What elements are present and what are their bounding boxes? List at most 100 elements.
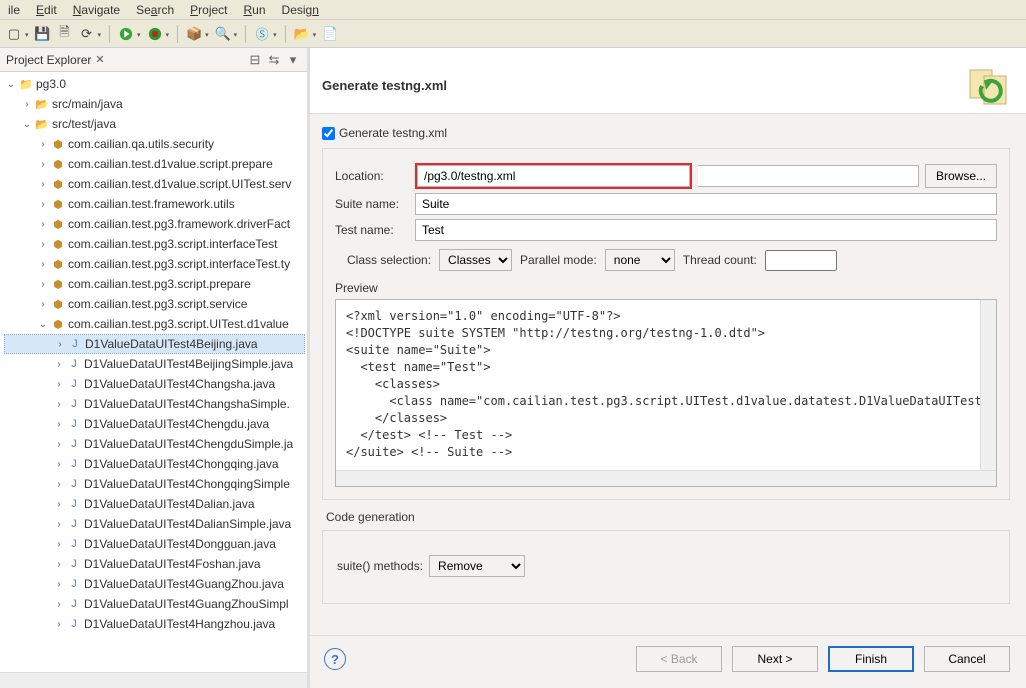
expand-icon[interactable]: › (52, 499, 66, 510)
run-icon[interactable] (118, 26, 134, 42)
dropdown-arrow-icon[interactable]: ▾ (25, 31, 29, 39)
expand-icon[interactable]: › (52, 399, 66, 410)
java-file-node[interactable]: ›JD1ValueDataUITest4Hangzhou.java (4, 614, 307, 634)
expand-icon[interactable]: › (36, 219, 50, 230)
help-icon[interactable]: ? (324, 648, 346, 670)
expand-icon[interactable]: › (52, 479, 66, 490)
dropdown-arrow-icon[interactable]: ▾ (137, 31, 141, 39)
test-name-field[interactable] (415, 219, 997, 241)
java-file-node[interactable]: ›JD1ValueDataUITest4Changsha.java (4, 374, 307, 394)
finish-button[interactable]: Finish (828, 646, 914, 672)
package-node-8[interactable]: ›⬢com.cailian.test.pg3.script.service (4, 294, 307, 314)
class-selection-select[interactable]: Classes (439, 249, 512, 271)
java-file-node[interactable]: ›JD1ValueDataUITest4BeijingSimple.java (4, 354, 307, 374)
java-file-node[interactable]: ›JD1ValueDataUITest4ChengduSimple.ja (4, 434, 307, 454)
package-node-6[interactable]: ›⬢com.cailian.test.pg3.script.interfaceT… (4, 254, 307, 274)
location-field-tail[interactable] (698, 165, 919, 187)
expand-icon[interactable]: › (36, 179, 50, 190)
menu-project[interactable]: Project (190, 3, 227, 17)
scrollbar-horizontal[interactable] (336, 470, 996, 486)
search-icon[interactable]: 🔍 (215, 26, 231, 42)
java-file-node[interactable]: ›JD1ValueDataUITest4Dalian.java (4, 494, 307, 514)
expand-icon[interactable]: › (36, 239, 50, 250)
suite-methods-select[interactable]: Remove (429, 555, 525, 577)
java-file-node[interactable]: ›JD1ValueDataUITest4Chongqing.java (4, 454, 307, 474)
expand-icon[interactable]: › (36, 259, 50, 270)
java-file-node[interactable]: ›JD1ValueDataUITest4ChangshaSimple. (4, 394, 307, 414)
expand-icon[interactable]: › (20, 99, 34, 110)
new-icon[interactable]: ▢ (6, 26, 22, 42)
java-file-node[interactable]: ›JD1ValueDataUITest4Foshan.java (4, 554, 307, 574)
java-file-node[interactable]: ›JD1ValueDataUITest4Chengdu.java (4, 414, 307, 434)
expand-icon[interactable]: › (52, 459, 66, 470)
location-field[interactable] (417, 165, 690, 187)
package-node-open[interactable]: ⌄⬢com.cailian.test.pg3.script.UITest.d1v… (4, 314, 307, 334)
dropdown-arrow-icon[interactable]: ▾ (98, 31, 102, 39)
expand-icon[interactable]: ⌄ (20, 119, 34, 130)
open-file-icon[interactable]: 📄 (322, 26, 338, 42)
expand-icon[interactable]: › (52, 539, 66, 550)
expand-icon[interactable]: › (53, 339, 67, 350)
expand-icon[interactable]: › (36, 199, 50, 210)
scrollbar-horizontal[interactable] (0, 672, 307, 688)
package-node-3[interactable]: ›⬢com.cailian.test.framework.utils (4, 194, 307, 214)
dropdown-arrow-icon[interactable]: ▾ (234, 31, 238, 39)
scrollbar-vertical[interactable] (980, 300, 996, 470)
expand-icon[interactable]: › (52, 359, 66, 370)
link-editor-icon[interactable]: ⇆ (266, 52, 282, 68)
java-file-node[interactable]: ›JD1ValueDataUITest4Beijing.java (4, 334, 305, 354)
expand-icon[interactable]: › (36, 279, 50, 290)
menu-design[interactable]: Design (282, 3, 319, 17)
menu-run[interactable]: Run (244, 3, 266, 17)
java-file-node[interactable]: ›JD1ValueDataUITest4ChongqingSimple (4, 474, 307, 494)
view-close-icon[interactable]: ✕ (95, 53, 104, 66)
thread-count-field[interactable] (765, 250, 837, 271)
parallel-mode-select[interactable]: none (605, 249, 675, 271)
next-button[interactable]: Next > (732, 646, 818, 672)
expand-icon[interactable]: › (36, 159, 50, 170)
browse-button[interactable]: Browse... (925, 164, 997, 188)
menu-edit[interactable]: Edit (36, 3, 57, 17)
java-file-node[interactable]: ›JD1ValueDataUITest4GuangZhouSimpl (4, 594, 307, 614)
menu-navigate[interactable]: Navigate (73, 3, 120, 17)
debug-coverage-icon[interactable] (147, 26, 163, 42)
expand-icon[interactable]: › (52, 419, 66, 430)
preview-textarea[interactable]: <?xml version="1.0" encoding="UTF-8"?><!… (335, 299, 997, 487)
expand-icon[interactable]: › (52, 519, 66, 530)
expand-icon[interactable]: › (52, 439, 66, 450)
skype-icon[interactable]: Ⓢ (254, 26, 270, 42)
java-file-node[interactable]: ›JD1ValueDataUITest4Dongguan.java (4, 534, 307, 554)
cancel-button[interactable]: Cancel (924, 646, 1010, 672)
open-folder-icon[interactable]: 📂 (294, 26, 310, 42)
package-node-5[interactable]: ›⬢com.cailian.test.pg3.script.interfaceT… (4, 234, 307, 254)
refresh-icon[interactable]: ⟳ (79, 26, 95, 42)
saveall-icon[interactable]: 🗎 (57, 26, 73, 42)
expand-icon[interactable]: › (52, 579, 66, 590)
menu-search[interactable]: Search (136, 3, 174, 17)
project-tree[interactable]: ⌄📁pg3.0›📂src/main/java⌄📂src/test/java›⬢c… (0, 72, 307, 688)
dropdown-arrow-icon[interactable]: ▾ (313, 31, 317, 39)
expand-icon[interactable]: › (36, 139, 50, 150)
package-node-4[interactable]: ›⬢com.cailian.test.pg3.framework.driverF… (4, 214, 307, 234)
expand-icon[interactable]: › (36, 299, 50, 310)
java-file-node[interactable]: ›JD1ValueDataUITest4DalianSimple.java (4, 514, 307, 534)
src-test-node[interactable]: ⌄📂src/test/java (4, 114, 307, 134)
java-file-node[interactable]: ›JD1ValueDataUITest4GuangZhou.java (4, 574, 307, 594)
expand-icon[interactable]: › (52, 619, 66, 630)
dropdown-arrow-icon[interactable]: ▾ (273, 31, 277, 39)
collapse-all-icon[interactable]: ⊟ (247, 52, 263, 68)
expand-icon[interactable]: › (52, 599, 66, 610)
suite-name-field[interactable] (415, 193, 997, 215)
generate-checkbox[interactable] (322, 127, 335, 140)
expand-icon[interactable]: › (52, 559, 66, 570)
expand-icon[interactable]: › (52, 379, 66, 390)
expand-icon[interactable]: ⌄ (4, 79, 18, 90)
expand-icon[interactable]: ⌄ (36, 319, 50, 330)
menu-file[interactable]: ile (8, 3, 20, 17)
package-node-1[interactable]: ›⬢com.cailian.test.d1value.script.prepar… (4, 154, 307, 174)
package-explorer-icon[interactable]: 📦 (186, 26, 202, 42)
dropdown-arrow-icon[interactable]: ▾ (205, 31, 209, 39)
save-icon[interactable]: 💾 (35, 26, 51, 42)
src-main-node[interactable]: ›📂src/main/java (4, 94, 307, 114)
package-node-7[interactable]: ›⬢com.cailian.test.pg3.script.prepare (4, 274, 307, 294)
